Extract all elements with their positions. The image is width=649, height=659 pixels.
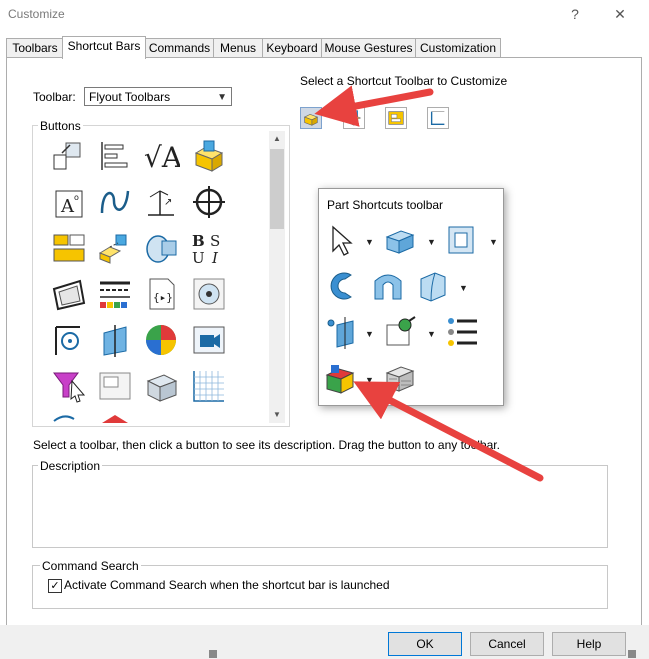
view-orientation-icon[interactable] [190,275,228,313]
extruded-cut-icon[interactable] [445,223,479,257]
revolve-icon[interactable] [142,229,180,267]
activate-command-search-label: Activate Command Search when the shortcu… [64,578,390,592]
text-format-icon[interactable]: B S U I [190,229,228,267]
activate-command-search-checkbox[interactable]: ✓ [48,579,62,593]
edit-appearance-icon[interactable] [383,315,417,349]
hint-text: Select a toolbar, then click a button to… [33,438,500,452]
equation-icon[interactable]: √A [142,137,180,175]
sheet-metal-icon[interactable] [50,275,88,313]
camera-view-icon[interactable] [190,321,228,359]
svg-text:S: S [210,232,220,250]
select-arrow-icon[interactable] [325,223,359,257]
description-box [32,465,608,548]
fillet-icon[interactable] [417,269,451,303]
tab-keyboard[interactable]: Keyboard [262,38,322,58]
caret-down-icon[interactable]: ▼ [365,329,374,339]
cancel-button[interactable]: Cancel [470,632,544,656]
macro-icon[interactable]: {▸} [142,275,180,313]
tab-menus[interactable]: Menus [213,38,263,58]
scroll-up-icon[interactable]: ▲ [269,131,285,147]
tab-customization[interactable]: Customization [415,38,501,58]
assembly-icon[interactable] [96,229,134,267]
help-icon[interactable]: ? [563,4,587,24]
tab-shortcut-bars[interactable]: Shortcut Bars [62,36,146,59]
reference-geometry-icon[interactable]: ↗ [142,183,180,221]
toolbar-select[interactable]: Flyout Toolbars ▼ [84,87,232,106]
svg-text:A: A [60,196,75,217]
popup-title: Part Shortcuts toolbar [327,198,444,212]
svg-text:U: U [192,249,205,267]
note-icon[interactable]: A o [50,183,88,221]
filter-icon[interactable] [50,367,88,405]
chevron-down-icon: ▼ [217,92,227,103]
tab-toolbars[interactable]: Toolbars [6,38,64,58]
crosshair-icon[interactable] [190,183,228,221]
assembly-shortcut-icon[interactable] [343,107,365,129]
title-bar: Customize ? ✕ [0,0,649,30]
plane-icon[interactable] [96,321,134,359]
ok-button[interactable]: OK [388,632,462,656]
scroll-thumb[interactable] [270,149,284,229]
list-icon[interactable] [445,315,479,349]
caret-down-icon[interactable]: ▼ [365,237,374,247]
sheet-format-icon[interactable] [96,367,134,405]
caret-down-icon[interactable]: ▼ [427,237,436,247]
shortcut-instruction: Select a Shortcut Toolbar to Customize [300,74,508,88]
align-left-icon[interactable] [96,137,134,175]
resize-grip-icon[interactable] [628,650,636,658]
scroll-down-icon[interactable]: ▼ [269,407,285,423]
partial-row-icon[interactable] [96,413,134,423]
part-yellow-icon[interactable] [190,137,228,175]
spline-icon[interactable] [96,183,134,221]
svg-text:o: o [74,193,79,202]
window-title: Customize [8,7,65,21]
part-shortcut-icon[interactable] [300,107,322,129]
toolbar-select-value: Flyout Toolbars [89,90,171,104]
caret-down-icon[interactable]: ▼ [489,237,498,247]
layout-icon[interactable] [50,229,88,267]
sketch-shortcut-icon[interactable] [427,107,449,129]
buttons-scrollbar[interactable]: ▲ ▼ [269,131,285,423]
description-title: Description [38,459,103,473]
swept-boss-icon[interactable] [371,269,405,303]
help-button[interactable]: Help [552,632,626,656]
line-format-icon[interactable] [96,275,134,313]
circle-bracket-icon[interactable] [50,321,88,359]
caret-down-icon[interactable]: ▼ [365,375,374,385]
partial-row-icon[interactable] [50,413,88,423]
buttons-group-title: Buttons [38,119,83,133]
hidden-lines-icon[interactable] [383,361,417,395]
revolved-boss-icon[interactable] [325,269,359,303]
close-icon[interactable]: ✕ [608,4,632,24]
caret-down-icon[interactable]: ▼ [427,329,436,339]
grid-icon[interactable] [190,367,228,405]
tab-commands[interactable]: Commands [145,38,214,58]
section-view-icon[interactable] [142,367,180,405]
drawing-shortcut-icon[interactable] [385,107,407,129]
toolbar-label: Toolbar: [33,90,76,104]
plane-point-icon[interactable] [325,315,359,349]
svg-text:B: B [192,232,205,250]
tab-mouse-gestures[interactable]: Mouse Gestures [321,38,416,58]
extruded-boss-icon[interactable] [383,223,417,257]
svg-text:I: I [211,249,219,267]
appearance-ball-icon[interactable] [142,321,180,359]
svg-text:√A: √A [144,141,180,174]
caret-down-icon[interactable]: ▼ [459,283,468,293]
display-style-icon[interactable] [325,361,359,395]
svg-text:↗: ↗ [164,197,172,208]
command-search-title: Command Search [40,559,141,573]
svg-text:{▸}: {▸} [153,291,173,304]
transform-icon[interactable] [50,137,88,175]
part-shortcuts-popup: Part Shortcuts toolbar ▼ ▼ ▼ ▼ ▼ ▼ ▼ [318,188,504,406]
resize-grip-icon [209,650,217,658]
